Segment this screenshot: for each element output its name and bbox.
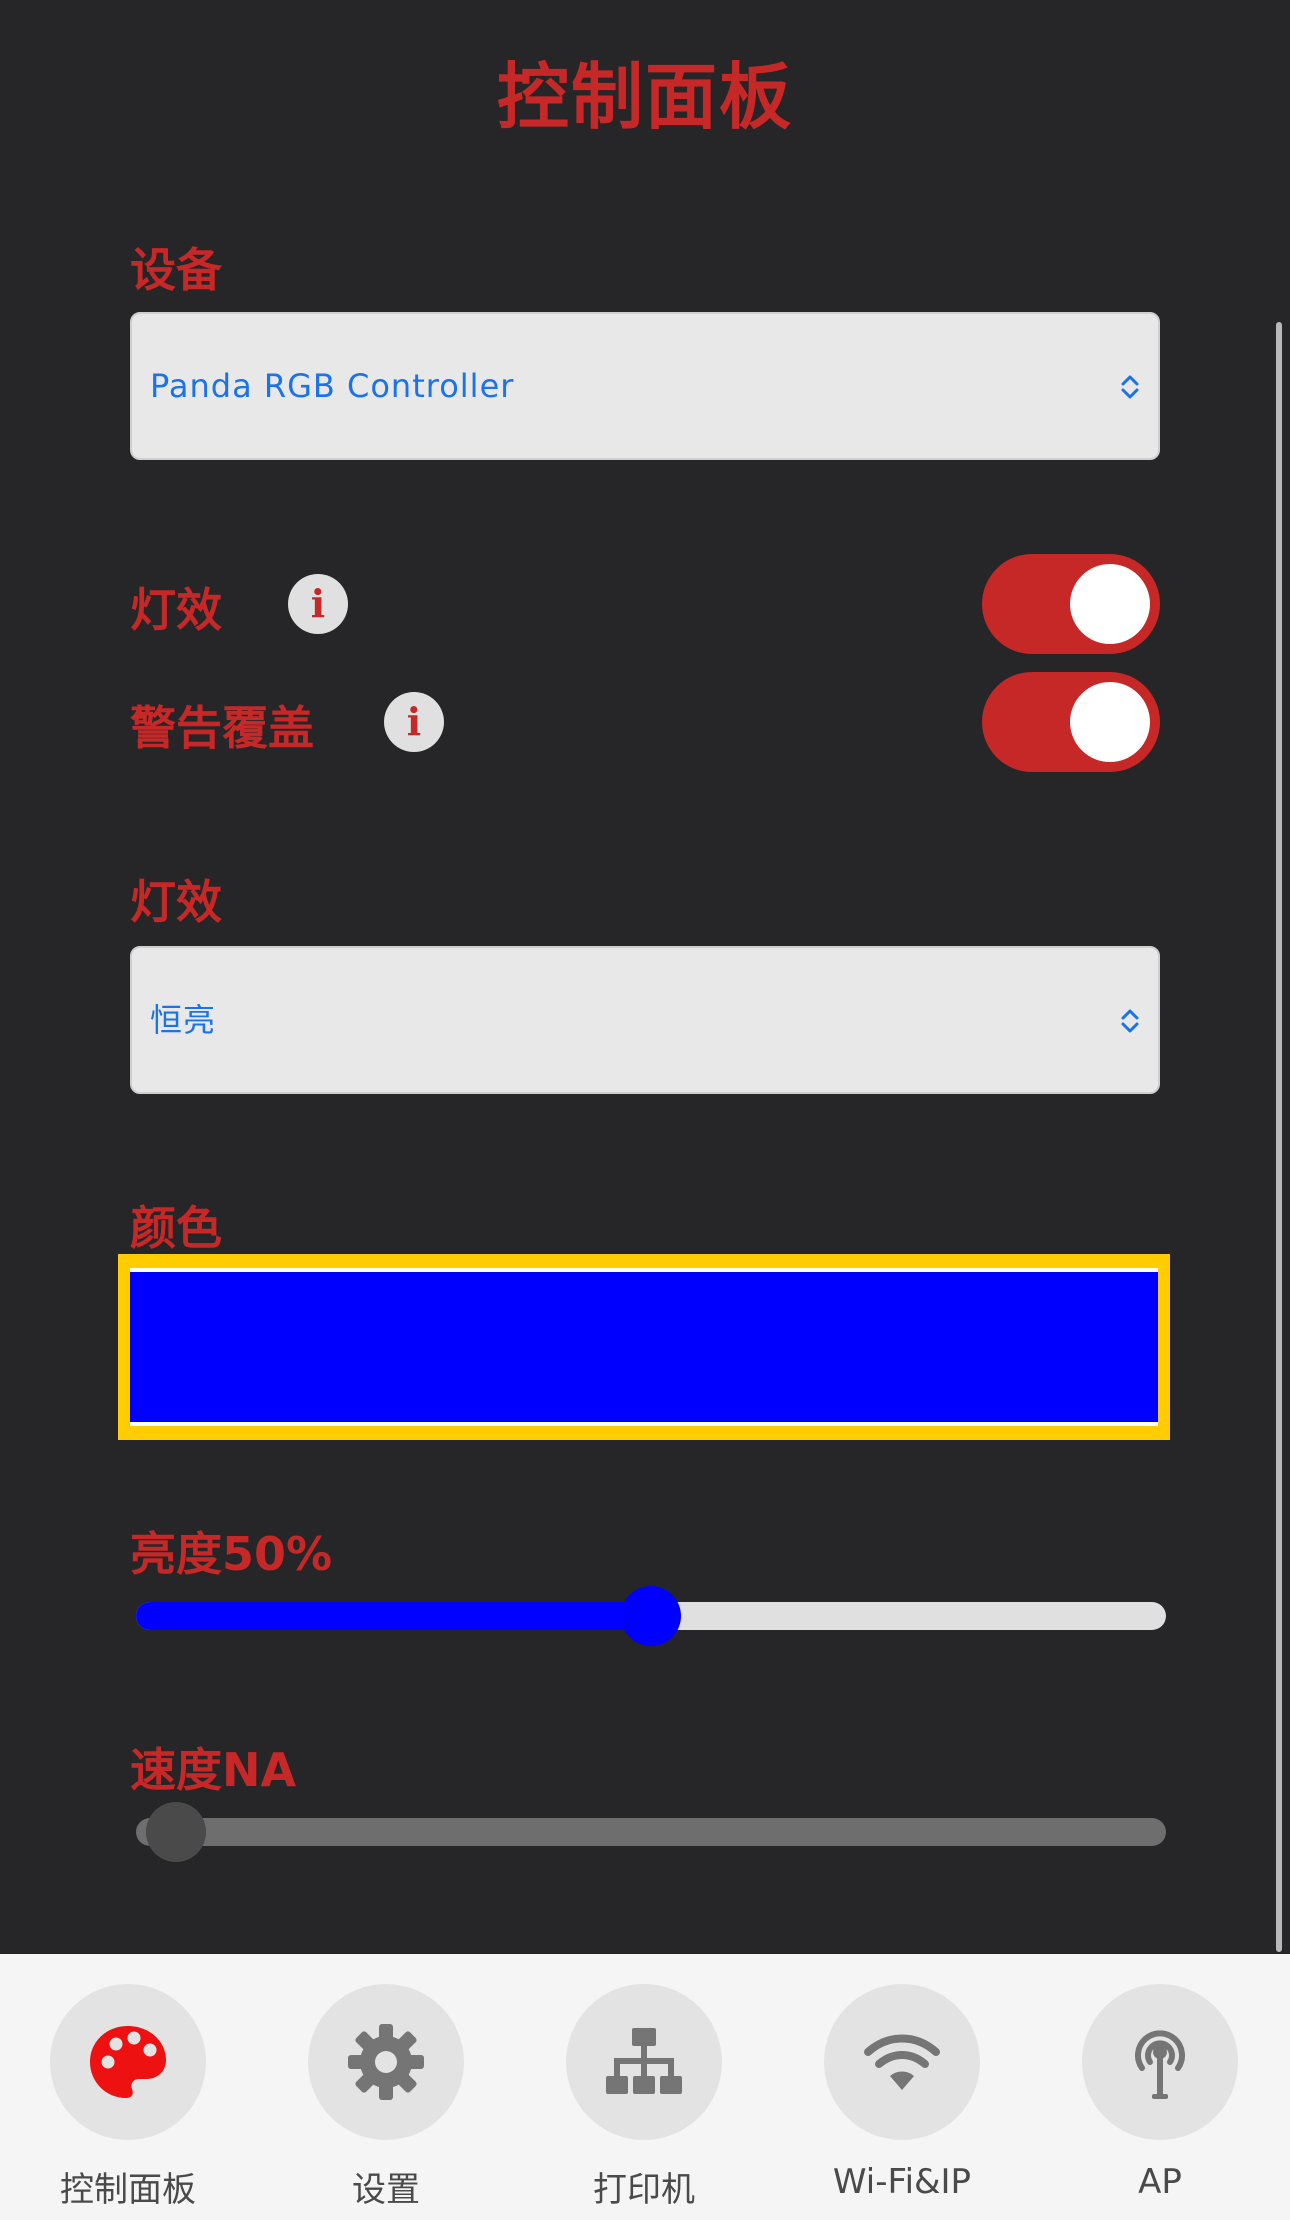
speed-slider[interactable] (136, 1802, 1166, 1862)
tab-control-panel[interactable]: 控制面板 (28, 1984, 228, 2220)
page-title: 控制面板 (496, 55, 793, 139)
warning-override-label: 警告覆盖 (130, 701, 314, 755)
tab-ap[interactable]: AP (1060, 1984, 1260, 2220)
tab-wifi-ip[interactable]: Wi-Fi&IP (802, 1984, 1002, 2220)
effect-label: 灯效 (130, 875, 222, 929)
chevron-updown-icon (1121, 1009, 1139, 1033)
tab-label: AP (1138, 2162, 1182, 2202)
tab-icon-circle (50, 1984, 206, 2140)
device-select-value: Panda RGB Controller (150, 367, 515, 405)
color-swatch (130, 1272, 1158, 1422)
antenna-icon (1135, 2030, 1185, 2099)
color-swatch-border (130, 1268, 1158, 1426)
device-select[interactable]: Panda RGB Controller (130, 312, 1160, 460)
wifi-icon (864, 2034, 940, 2090)
tab-label: 控制面板 (60, 2170, 196, 2210)
gear-icon (348, 2024, 424, 2100)
effect-toggle-label: 灯效 (130, 583, 222, 637)
tab-icon-circle (824, 1984, 980, 2140)
brightness-slider-thumb[interactable] (621, 1586, 681, 1646)
bottom-tab-bar: 控制面板 设置 打印机 Wi-Fi&IP AP (0, 1954, 1290, 2220)
toggle-knob (1070, 564, 1150, 644)
scrollbar[interactable] (1276, 322, 1282, 1952)
toggle-knob (1070, 682, 1150, 762)
brightness-label: 亮度50% (130, 1527, 333, 1581)
device-label: 设备 (130, 243, 222, 297)
warning-override-toggle[interactable] (982, 672, 1160, 772)
tab-label: Wi-Fi&IP (832, 2162, 972, 2202)
tab-label: 打印机 (593, 2170, 695, 2210)
effect-toggle[interactable] (982, 554, 1160, 654)
chevron-updown-icon (1121, 375, 1139, 399)
info-icon[interactable]: i (288, 574, 348, 634)
tab-printer[interactable]: 打印机 (544, 1984, 744, 2220)
tab-label: 设置 (352, 2170, 420, 2210)
effect-select-value: 恒亮 (150, 1001, 217, 1039)
color-label: 颜色 (130, 1201, 222, 1255)
tab-settings[interactable]: 设置 (286, 1984, 486, 2220)
network-tree-icon (606, 2028, 682, 2094)
brightness-slider-fill (136, 1602, 651, 1630)
speed-label: 速度NA (130, 1743, 297, 1797)
speed-slider-thumb[interactable] (146, 1802, 206, 1862)
tab-icon-circle (566, 1984, 722, 2140)
tab-icon-circle (308, 1984, 464, 2140)
info-icon[interactable]: i (384, 692, 444, 752)
palette-icon (90, 2026, 166, 2098)
effect-select[interactable]: 恒亮 (130, 946, 1160, 1094)
tab-icon-circle (1082, 1984, 1238, 2140)
color-picker[interactable] (118, 1254, 1170, 1440)
brightness-slider[interactable] (136, 1586, 1166, 1646)
